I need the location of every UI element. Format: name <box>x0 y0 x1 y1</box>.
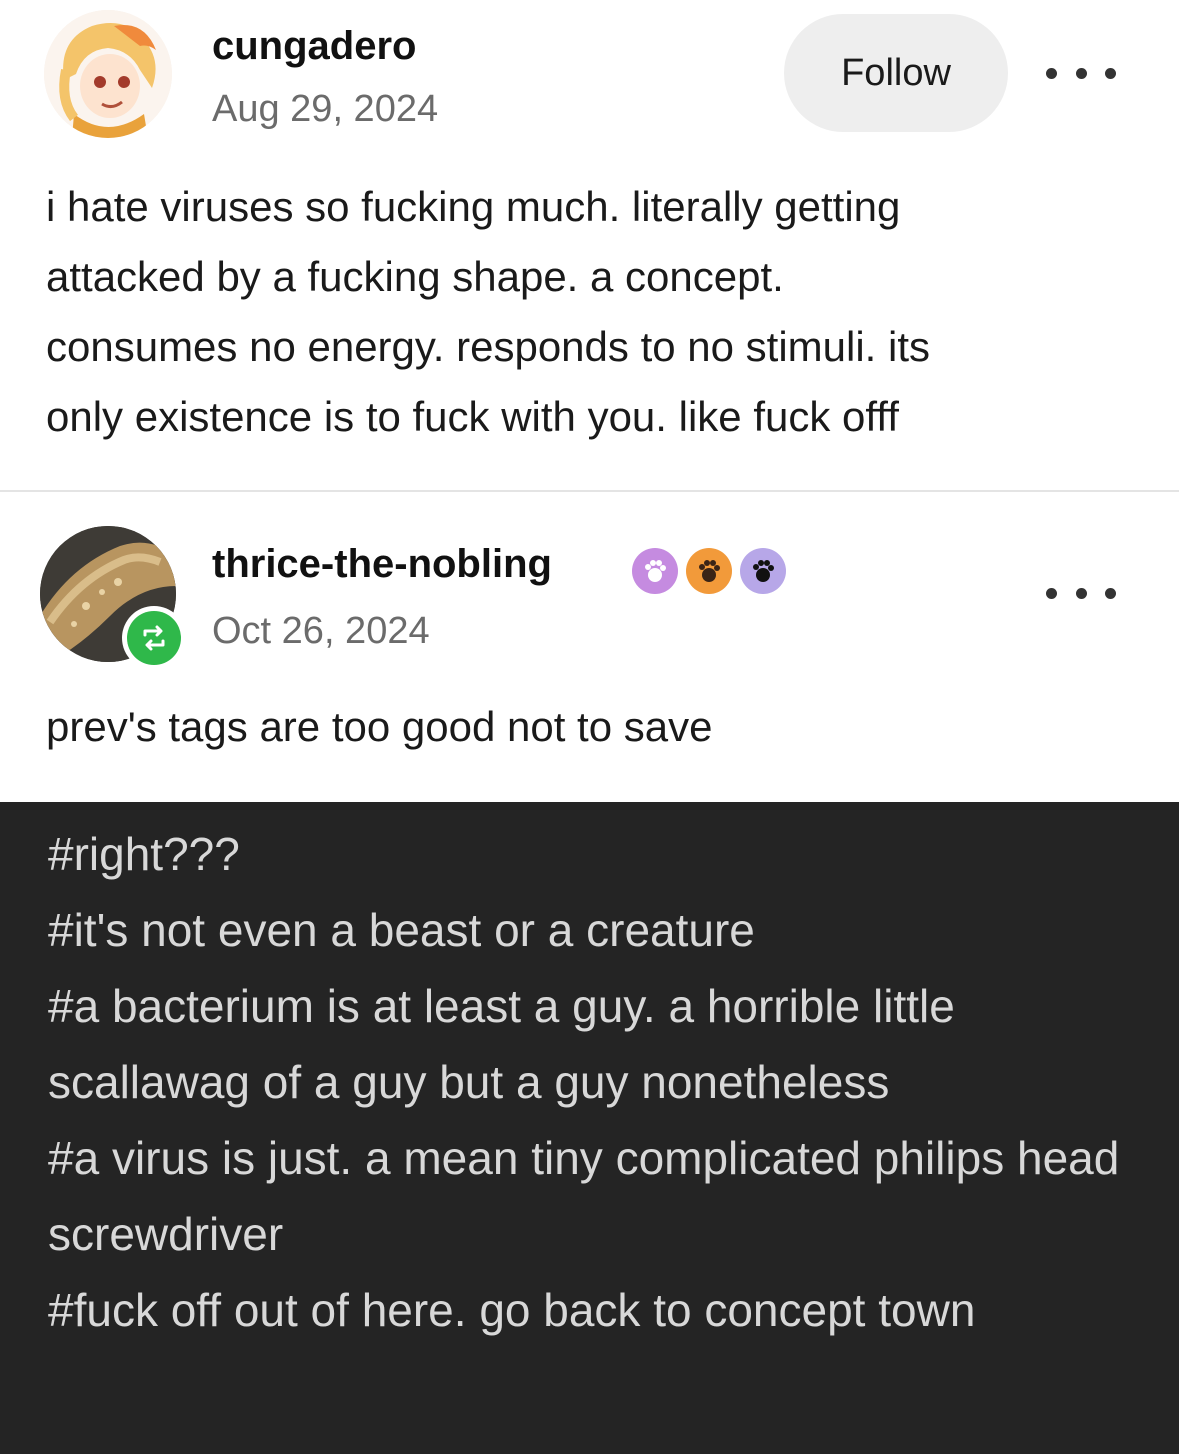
reblog-body: prev's tags are too good not to save <box>46 703 713 750</box>
tag[interactable]: #a virus is just. a mean tiny complicate… <box>48 1120 1138 1272</box>
tag[interactable]: #right??? <box>48 816 1138 892</box>
more-options-icon[interactable] <box>1046 58 1116 88</box>
reblog-badge <box>122 606 186 670</box>
tags-section: #right??? #it's not even a beast or a cr… <box>0 802 1179 1454</box>
user-badges <box>632 548 786 594</box>
reblogger-username[interactable]: thrice-the-nobling <box>212 542 552 587</box>
more-options-icon[interactable] <box>1046 578 1116 608</box>
paw-badge-lavender-icon[interactable] <box>740 548 786 594</box>
reblog-icon <box>127 611 181 665</box>
post-body-line: consumes no energy. responds to no stimu… <box>46 323 930 370</box>
paw-badge-purple-icon[interactable] <box>632 548 678 594</box>
tag[interactable]: #it's not even a beast or a creature <box>48 892 1138 968</box>
post-body-line: attacked by a fucking shape. a concept. <box>46 253 784 300</box>
post-body-line: i hate viruses so fucking much. literall… <box>46 183 901 230</box>
tags-list: #right??? #it's not even a beast or a cr… <box>48 816 1138 1348</box>
post-username[interactable]: cungadero <box>212 24 416 69</box>
post-divider <box>0 490 1179 492</box>
paw-badge-orange-icon[interactable] <box>686 548 732 594</box>
anime-avatar-icon <box>44 10 172 138</box>
user-avatar[interactable] <box>44 10 172 138</box>
post-date[interactable]: Aug 29, 2024 <box>212 88 438 131</box>
post-body-line: only existence is to fuck with you. like… <box>46 393 899 440</box>
post-body: i hate viruses so fucking much. literall… <box>46 172 930 452</box>
follow-button[interactable]: Follow <box>784 14 1008 132</box>
tag[interactable]: #a bacterium is at least a guy. a horrib… <box>48 968 1138 1120</box>
tag[interactable]: #fuck off out of here. go back to concep… <box>48 1272 1138 1348</box>
reblog-date[interactable]: Oct 26, 2024 <box>212 610 430 653</box>
